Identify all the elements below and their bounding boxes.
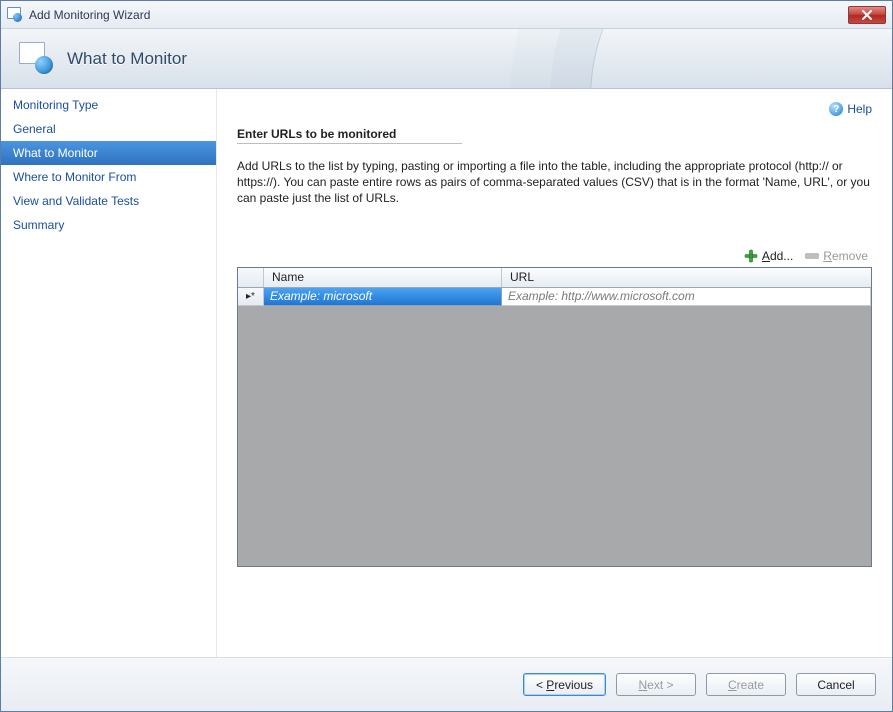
col-name[interactable]: Name xyxy=(264,268,502,287)
main-panel: ? Help Enter URLs to be monitored Add UR… xyxy=(217,89,892,657)
col-url[interactable]: URL xyxy=(502,268,871,287)
section-divider xyxy=(237,143,462,144)
url-grid[interactable]: Name URL ▸* Example: microsoft Example: … xyxy=(237,267,872,567)
wizard-body: Monitoring Type General What to Monitor … xyxy=(1,89,892,657)
nav-monitoring-type[interactable]: Monitoring Type xyxy=(1,93,216,117)
plus-icon xyxy=(744,249,758,263)
wizard-window: Add Monitoring Wizard What to Monitor Mo… xyxy=(0,0,893,712)
page-heading: What to Monitor xyxy=(67,49,187,69)
app-icon xyxy=(7,7,23,23)
create-button: Create xyxy=(706,673,786,696)
nav-view-and-validate-tests[interactable]: View and Validate Tests xyxy=(1,189,216,213)
close-icon xyxy=(861,10,873,20)
minus-icon xyxy=(805,253,819,259)
nav-general[interactable]: General xyxy=(1,117,216,141)
titlebar: Add Monitoring Wizard xyxy=(1,1,892,29)
cell-url-input[interactable]: Example: http://www.microsoft.com xyxy=(502,288,871,306)
wizard-header: What to Monitor xyxy=(1,29,892,89)
cell-name-input[interactable]: Example: microsoft xyxy=(264,288,502,306)
new-row-indicator: ▸* xyxy=(238,288,264,306)
grid-new-row[interactable]: ▸* Example: microsoft Example: http://ww… xyxy=(238,288,871,306)
grid-header: Name URL xyxy=(238,268,871,288)
grid-toolbar: Add... Remove xyxy=(237,249,872,263)
cell-name-placeholder: Example: microsoft xyxy=(270,289,372,303)
cancel-button[interactable]: Cancel xyxy=(796,673,876,696)
remove-button: Remove xyxy=(805,249,868,263)
next-button: Next > xyxy=(616,673,696,696)
grid-corner xyxy=(238,268,264,287)
window-title: Add Monitoring Wizard xyxy=(29,7,848,22)
help-icon: ? xyxy=(829,102,843,116)
wizard-footer: < Previous Next > Create Cancel xyxy=(1,657,892,711)
help-link[interactable]: ? Help xyxy=(829,102,872,116)
previous-button[interactable]: < Previous xyxy=(523,673,606,696)
help-label: Help xyxy=(847,102,872,116)
header-icon xyxy=(19,42,53,76)
cell-url-placeholder: Example: http://www.microsoft.com xyxy=(508,289,695,303)
nav-where-to-monitor-from[interactable]: Where to Monitor From xyxy=(1,165,216,189)
nav-summary[interactable]: Summary xyxy=(1,213,216,237)
nav-what-to-monitor[interactable]: What to Monitor xyxy=(1,141,216,165)
instructions-text: Add URLs to the list by typing, pasting … xyxy=(237,158,872,207)
close-button[interactable] xyxy=(848,6,886,24)
wizard-steps-nav: Monitoring Type General What to Monitor … xyxy=(1,89,217,657)
add-button[interactable]: Add... xyxy=(744,249,793,263)
section-title: Enter URLs to be monitored xyxy=(237,127,872,141)
